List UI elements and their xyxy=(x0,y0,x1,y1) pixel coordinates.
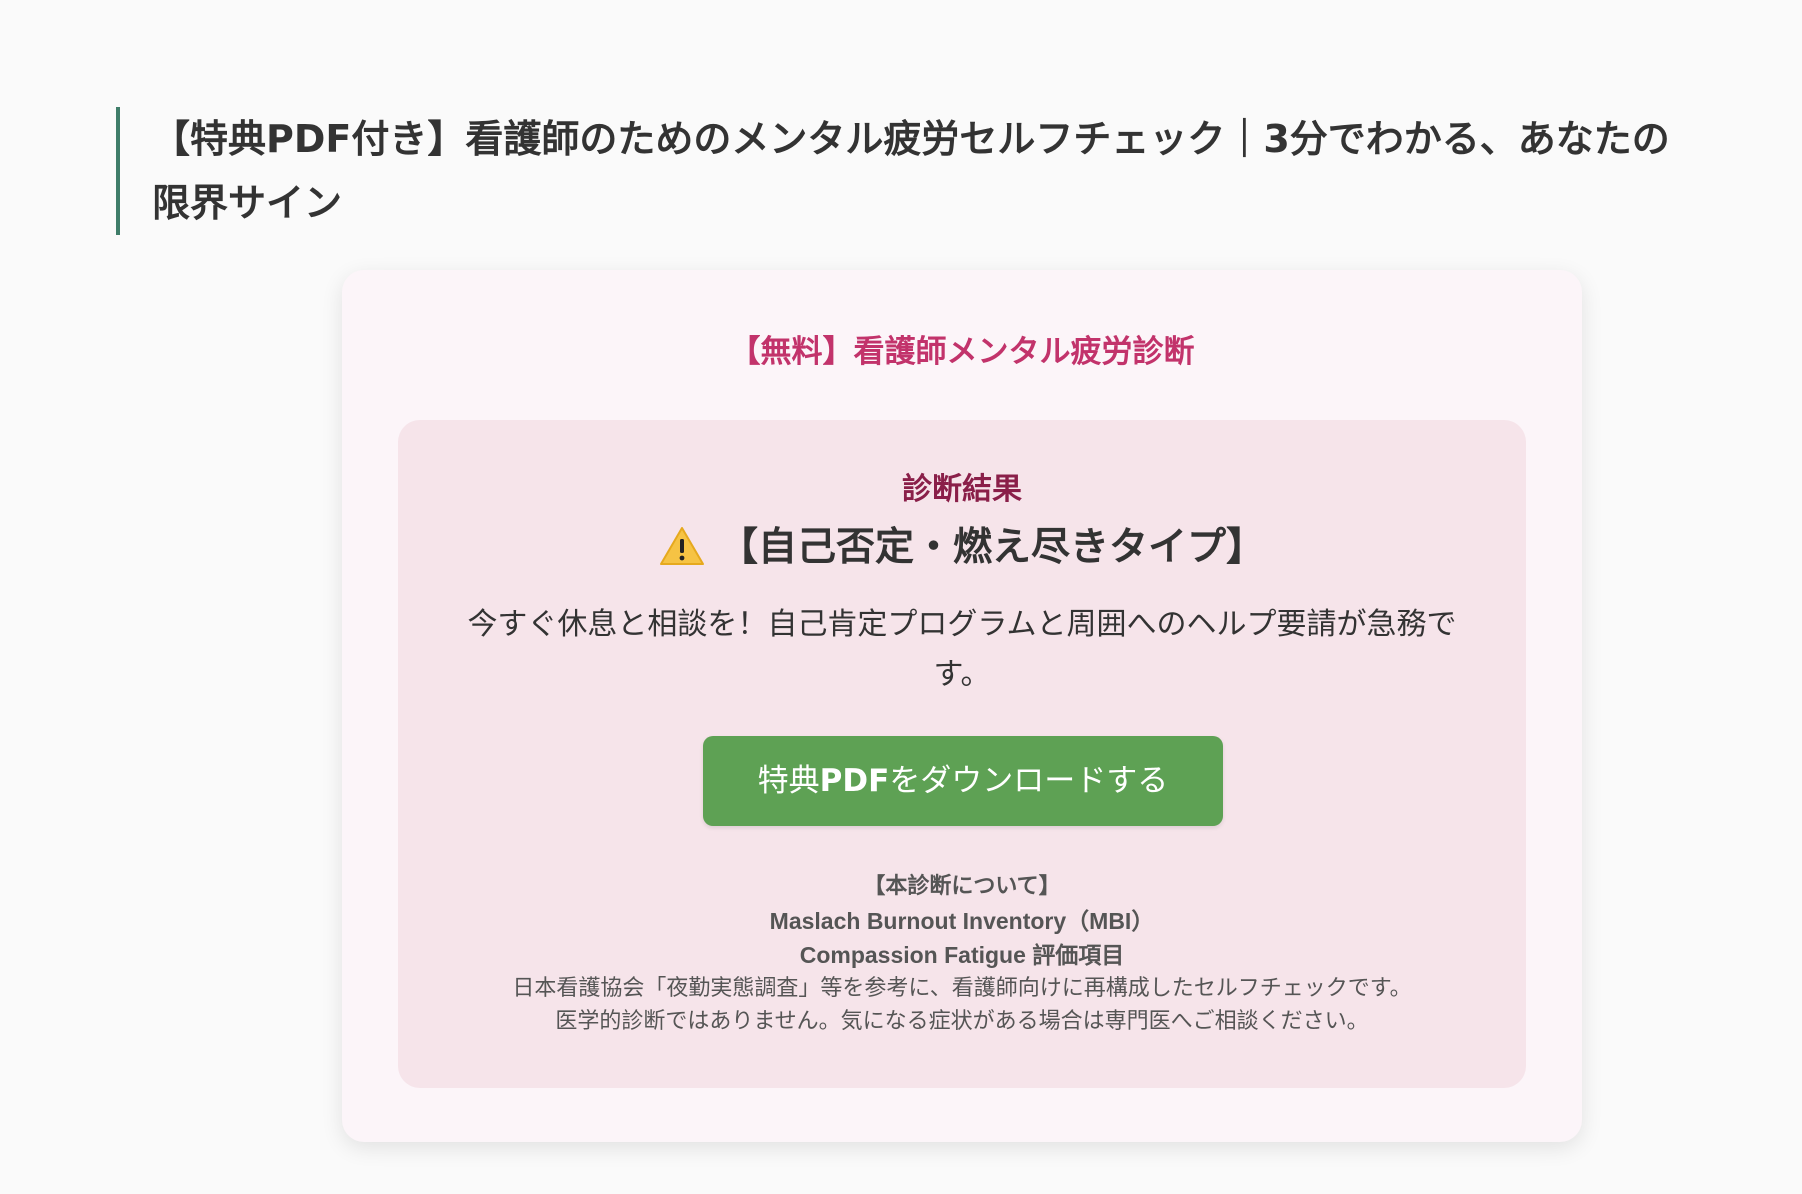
warning-icon xyxy=(659,526,704,565)
about-reference-line: 日本看護協会「夜勤実態調査」等を参考に、看護師向けに再構成したセルフチェックです… xyxy=(512,976,1412,1001)
result-heading: 診断結果 xyxy=(902,472,1022,507)
about-source-mbi: Maslach Burnout Inventory（MBI） xyxy=(769,908,1155,934)
diagnosis-card-title: 【無料】看護師メンタル疲労診断 xyxy=(729,334,1195,370)
result-type-label: 【自己否定・燃え尽きタイプ】 xyxy=(718,525,1265,570)
about-title: 【本診断について】 xyxy=(863,874,1061,899)
download-button-prefix: 特典 xyxy=(757,763,820,799)
diagnosis-card: 【無料】看護師メンタル疲労診断 診断結果 【自己否定・燃え尽きタイプ】 今すぐ休… xyxy=(342,270,1582,1142)
page-title-line-1: 【特典PDF付き】看護師のためのメンタル疲労セルフチェック｜3分でわかる、あなた… xyxy=(152,117,1670,162)
download-pdf-button[interactable]: 特典PDFをダウンロードする xyxy=(703,736,1223,826)
about-source-compassion: Compassion Fatigue 評価項目 xyxy=(799,942,1125,968)
about-section: 【本診断について】 Maslach Burnout Inventory（MBI）… xyxy=(398,870,1526,1038)
download-button-suffix: をダウンロードする xyxy=(889,763,1169,799)
page-title-line-2: 限界サイン xyxy=(152,181,343,226)
page-title: 【特典PDF付き】看護師のためのメンタル疲労セルフチェック｜3分でわかる、あなた… xyxy=(116,107,1756,236)
result-message: 今すぐ休息と相談を！自己肯定プログラムと周囲へのヘルプ要請が急務です。 xyxy=(467,607,1457,692)
result-panel: 診断結果 【自己否定・燃え尽きタイプ】 今すぐ休息と相談を！自己肯定プログラムと… xyxy=(398,420,1526,1088)
about-disclaimer-line: 医学的診断ではありません。気になる症状がある場合は専門医へご相談ください。 xyxy=(555,1009,1369,1034)
download-button-strong: PDF xyxy=(819,763,890,799)
result-type: 【自己否定・燃え尽きタイプ】 xyxy=(398,520,1526,576)
